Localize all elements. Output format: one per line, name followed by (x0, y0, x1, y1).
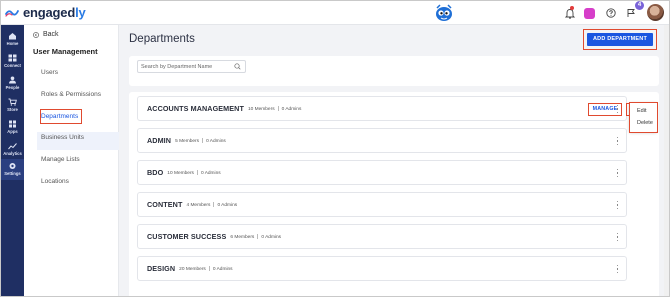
department-meta: 20 Members 0 Admins (179, 265, 233, 272)
department-meta: 4 Members 0 Admins (186, 201, 238, 208)
department-meta: 10 Members 0 Admins (247, 105, 302, 112)
settings-sidebar: Back User Management Users Roles & Permi… (24, 25, 134, 296)
search-field[interactable] (137, 60, 246, 73)
departments-highlight-box (40, 109, 82, 124)
notification-count-badge: 4 (635, 1, 644, 10)
department-row[interactable]: DESIGN 20 Members 0 Admins (137, 256, 627, 281)
apps-icon (9, 120, 16, 128)
department-name: CUSTOMER SUCCESS (147, 232, 227, 241)
gear-icon (9, 163, 16, 169)
cart-icon (8, 98, 17, 106)
app-rail: Home Connect People Store Apps Analytics… (1, 25, 24, 296)
rail-item-settings[interactable]: Settings (1, 159, 24, 180)
sidebar-section-title: User Management (33, 47, 98, 56)
department-meta: 6 Members 0 Admins (230, 233, 282, 240)
rail-item-analytics[interactable]: Analytics (1, 142, 24, 156)
department-row[interactable]: BDO 10 Members 0 Admins (137, 160, 627, 185)
search-card (129, 56, 659, 86)
logo-text: engagedly (23, 5, 86, 20)
back-arrow-icon (33, 31, 39, 38)
page-title: Departments (129, 33, 195, 45)
apps-launcher-icon[interactable] (582, 6, 596, 20)
avatar[interactable] (647, 4, 664, 21)
add-department-highlight-box (583, 29, 657, 50)
help-icon[interactable] (604, 6, 618, 20)
department-row[interactable]: CUSTOMER SUCCESS 6 Members 0 Admins (137, 224, 627, 249)
department-row[interactable]: CONTENT 4 Members 0 Admins (137, 192, 627, 217)
more-options-icon[interactable] (616, 169, 619, 177)
notification-dot (570, 6, 574, 10)
mascot-icon[interactable] (433, 3, 455, 23)
sidebar-item-users[interactable]: Users (41, 69, 58, 76)
department-meta: 10 Members 0 Admins (167, 169, 221, 176)
connect-icon (8, 54, 17, 62)
home-icon (9, 33, 16, 40)
logo-icon (5, 9, 19, 17)
search-input[interactable] (141, 62, 229, 72)
more-options-icon[interactable] (616, 233, 619, 241)
sidebar-item-business-units[interactable]: Business Units (41, 134, 84, 141)
back-button[interactable]: Back (33, 31, 59, 38)
people-icon (9, 76, 16, 84)
logo[interactable]: engagedly (5, 5, 86, 20)
search-icon (234, 63, 241, 70)
department-name: BDO (147, 168, 164, 177)
rail-item-people[interactable]: People (1, 76, 24, 90)
department-name: CONTENT (147, 200, 183, 209)
department-name: ACCOUNTS MANAGEMENT (147, 104, 244, 113)
more-options-icon[interactable] (616, 137, 619, 145)
department-row[interactable]: ADMIN 5 Members 0 Admins (137, 128, 627, 153)
rail-item-home[interactable]: Home (1, 32, 24, 46)
main-content: Departments ADD DEPARTMENT ACCOUNTS MANA… (119, 25, 669, 296)
app-window: engagedly 4 Home Connect People Store Ap… (0, 0, 670, 297)
sidebar-item-locations[interactable]: Locations (41, 178, 69, 185)
rail-item-store[interactable]: Store (1, 98, 24, 112)
scrollbar[interactable] (664, 25, 669, 296)
rail-item-connect[interactable]: Connect (1, 54, 24, 68)
department-name: DESIGN (147, 264, 176, 273)
analytics-icon (8, 143, 17, 150)
sidebar-item-roles-permissions[interactable]: Roles & Permissions (41, 91, 101, 98)
context-menu-highlight-box (629, 102, 658, 133)
more-options-icon[interactable] (616, 265, 619, 273)
top-bar: engagedly 4 (1, 1, 669, 25)
department-name: ADMIN (147, 136, 172, 145)
more-options-icon[interactable] (616, 201, 619, 209)
department-list: ACCOUNTS MANAGEMENT 10 Members 0 Admins M… (129, 92, 659, 296)
sidebar-item-manage-lists[interactable]: Manage Lists (41, 156, 80, 163)
more-options-icon[interactable] (616, 105, 619, 113)
rail-item-apps[interactable]: Apps (1, 120, 24, 134)
department-meta: 5 Members 0 Admins (175, 137, 226, 144)
department-row[interactable]: ACCOUNTS MANAGEMENT 10 Members 0 Admins M… (137, 96, 635, 121)
